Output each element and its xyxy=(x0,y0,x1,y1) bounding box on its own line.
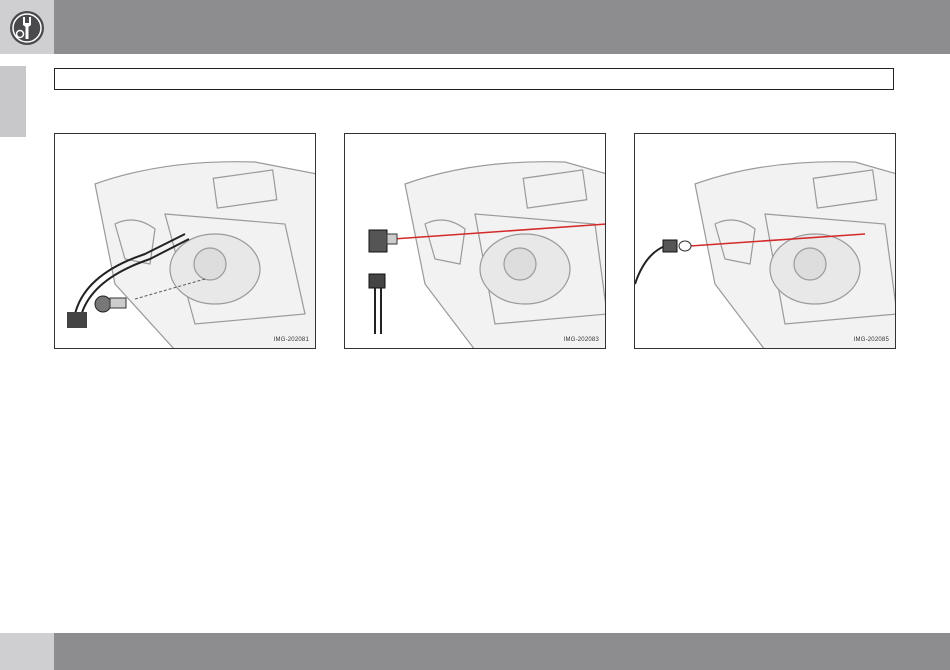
wrench-gear-icon xyxy=(10,11,44,45)
headlight-illustration xyxy=(368,161,605,348)
bulb-holder-shape xyxy=(662,239,678,253)
headlight-illustration xyxy=(67,161,315,348)
page-number-tile xyxy=(0,633,54,670)
figure-3: IMG-202085 xyxy=(634,133,896,349)
header-icon-tile xyxy=(0,0,54,54)
chapter-side-tab xyxy=(0,66,26,137)
figure-2: IMG-202083 xyxy=(344,133,606,349)
figure-1: IMG-202081 xyxy=(54,133,316,349)
image-id: IMG-202083 xyxy=(563,337,599,343)
section-title-box xyxy=(54,68,894,90)
connector-shape xyxy=(67,312,87,328)
footer-bar xyxy=(0,633,950,670)
headlight-illustration xyxy=(635,161,895,348)
image-id: IMG-202081 xyxy=(273,337,309,343)
header-bar xyxy=(0,0,950,54)
connector-shape xyxy=(368,273,386,289)
bulb-holder-shape xyxy=(368,229,388,253)
small-bulb-shape xyxy=(678,240,692,252)
image-id: IMG-202085 xyxy=(853,337,889,343)
